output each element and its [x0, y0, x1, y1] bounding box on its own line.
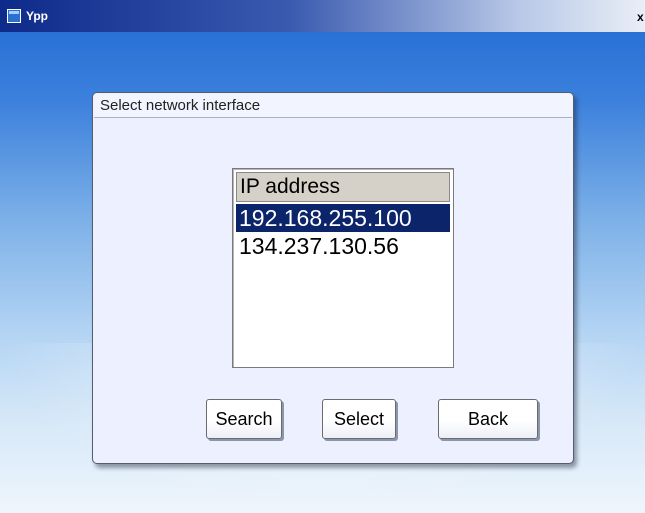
- back-button[interactable]: Back: [438, 399, 538, 439]
- select-button[interactable]: Select: [322, 399, 396, 439]
- search-button[interactable]: Search: [206, 399, 282, 439]
- dialog-title: Select network interface: [94, 94, 572, 118]
- window-title: Ypp: [26, 9, 49, 23]
- network-interface-dialog: Select network interface IP address 192.…: [92, 92, 574, 464]
- close-icon[interactable]: x: [637, 10, 645, 24]
- app-window-icon: [7, 9, 21, 23]
- ip-address-listbox[interactable]: IP address 192.168.255.100 134.237.130.5…: [232, 168, 454, 368]
- desktop-background: Select network interface IP address 192.…: [0, 32, 645, 513]
- window-titlebar: Ypp x: [0, 0, 645, 32]
- ip-address-item[interactable]: 134.237.130.56: [236, 232, 450, 260]
- ip-address-item-selected[interactable]: 192.168.255.100: [236, 204, 450, 232]
- ip-address-column-header: IP address: [236, 172, 450, 202]
